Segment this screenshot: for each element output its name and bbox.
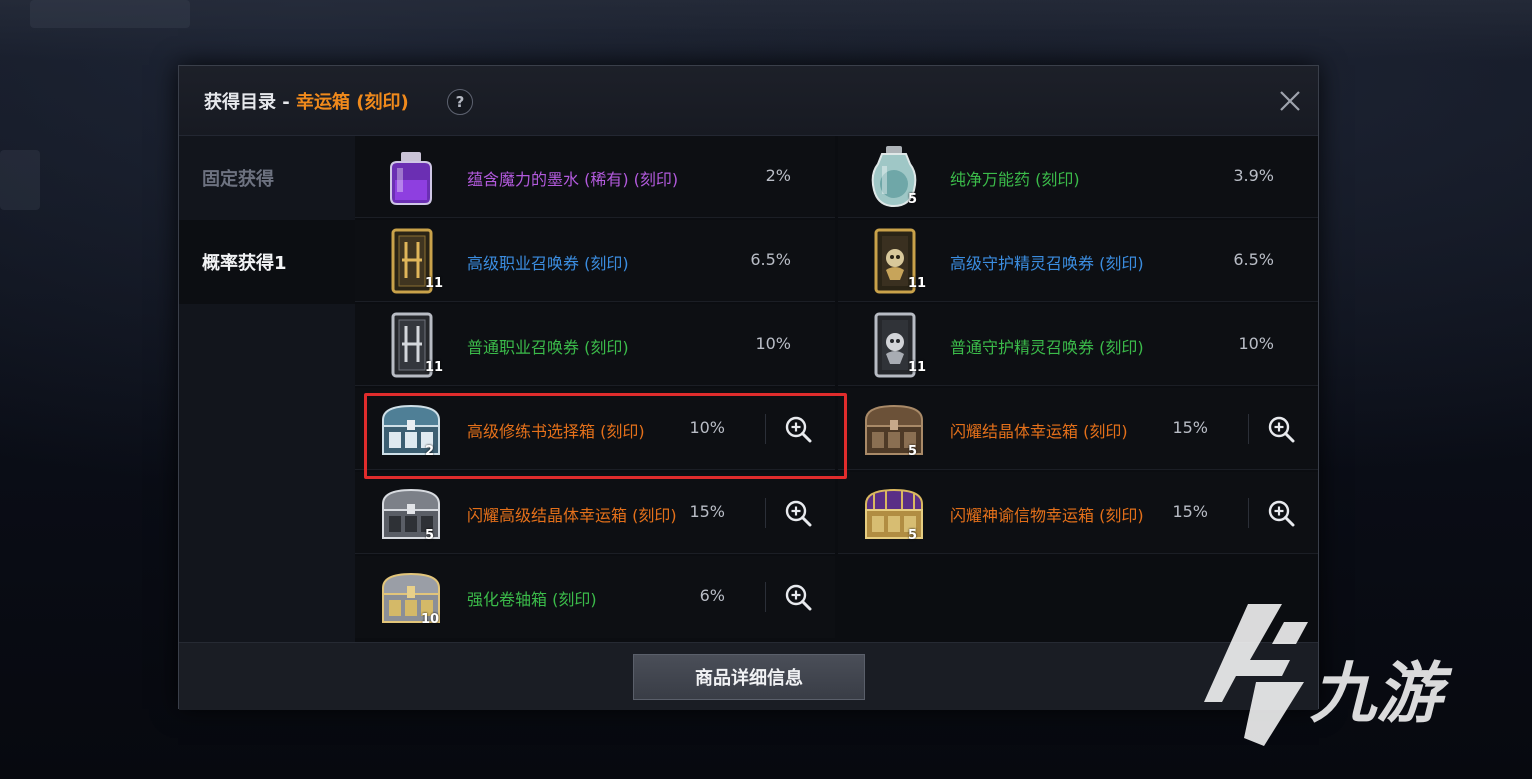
item-name: 强化卷轴箱 (刻印): [467, 590, 597, 609]
item-quantity: 5: [425, 528, 435, 543]
reward-item-grid: 蕴含魔力的墨水 (稀有) (刻印) 2% 5 纯净万能药 (刻印) 3.9% 1…: [355, 136, 1318, 642]
dialog-header: 获得目录 - 幸运箱 (刻印) ?: [179, 66, 1318, 136]
dialog-footer: 商品详细信息: [179, 642, 1318, 710]
potion-jar-icon: [871, 146, 917, 208]
item-probability: 15%: [1172, 418, 1208, 437]
product-detail-button[interactable]: 商品详细信息: [633, 654, 865, 700]
divider: [1248, 498, 1249, 528]
watermark-brand: 九游: [1310, 655, 1442, 732]
ink-bottle-icon: [390, 152, 432, 205]
item-name: 纯净万能药 (刻印): [950, 170, 1080, 189]
item-probability: 6.5%: [1233, 250, 1274, 269]
item-quantity: 10: [421, 612, 440, 627]
item-probability: 2%: [765, 166, 791, 185]
tab-label: 概率获得1: [202, 253, 287, 274]
reward-item[interactable]: 蕴含魔力的墨水 (稀有) (刻印) 2%: [355, 136, 835, 218]
item-quantity: 11: [908, 276, 927, 291]
item-name: 高级职业召唤券 (刻印): [467, 254, 629, 273]
item-probability: 15%: [1172, 502, 1208, 521]
reward-item[interactable]: 11 高级职业召唤券 (刻印) 6.5%: [355, 220, 835, 302]
close-icon[interactable]: [1277, 88, 1303, 114]
category-sidebar: 固定获得 概率获得1: [179, 136, 355, 642]
reward-item[interactable]: 11 普通守护精灵召唤券 (刻印) 10%: [838, 304, 1318, 386]
button-label: 商品详细信息: [695, 668, 803, 689]
reward-item[interactable]: 5 闪耀结晶体幸运箱 (刻印) 15%: [838, 388, 1318, 470]
reward-item[interactable]: 5 纯净万能药 (刻印) 3.9%: [838, 136, 1318, 218]
dialog-title: 获得目录 - 幸运箱 (刻印): [204, 88, 409, 114]
item-quantity: 5: [908, 444, 918, 459]
item-quantity: 11: [425, 276, 444, 291]
item-name: 闪耀结晶体幸运箱 (刻印): [950, 422, 1128, 441]
purple-chest-icon: [865, 488, 923, 539]
reward-item[interactable]: 5 闪耀神谕信物幸运箱 (刻印) 15%: [838, 472, 1318, 554]
reward-item[interactable]: 5 闪耀高级结晶体幸运箱 (刻印) 15%: [355, 472, 835, 554]
zoom-in-icon[interactable]: [784, 583, 812, 611]
item-quantity: 5: [908, 528, 918, 543]
reward-item[interactable]: 10 强化卷轴箱 (刻印) 6%: [355, 556, 835, 638]
divider: [765, 582, 766, 612]
acquisition-catalog-dialog: 获得目录 - 幸运箱 (刻印) ? 固定获得 概率获得1 蕴含魔力的墨水 (稀有…: [178, 65, 1319, 710]
item-name: 闪耀神谕信物幸运箱 (刻印): [950, 506, 1144, 525]
background-top-bar: [0, 0, 1532, 60]
zoom-in-icon[interactable]: [1267, 415, 1295, 443]
item-name: 普通职业召唤券 (刻印): [467, 338, 629, 357]
item-name: 闪耀高级结晶体幸运箱 (刻印): [467, 506, 677, 525]
item-probability: 6%: [699, 586, 725, 605]
zoom-in-icon[interactable]: [784, 499, 812, 527]
help-glyph: ?: [455, 93, 465, 111]
reward-item[interactable]: 11 普通职业召唤券 (刻印) 10%: [355, 304, 835, 386]
item-probability: 15%: [689, 502, 725, 521]
item-probability: 3.9%: [1233, 166, 1274, 185]
divider: [1248, 414, 1249, 444]
background-avatar: [30, 0, 190, 28]
help-icon[interactable]: ?: [447, 89, 473, 115]
item-quantity: 11: [908, 360, 927, 375]
zoom-in-icon[interactable]: [1267, 499, 1295, 527]
item-quantity: 5: [908, 192, 918, 207]
bronze-chest-icon: [865, 404, 923, 455]
item-quantity: 11: [425, 360, 444, 375]
item-name: 普通守护精灵召唤券 (刻印): [950, 338, 1144, 357]
item-probability: 10%: [755, 334, 791, 353]
tab-label: 固定获得: [202, 169, 274, 190]
item-name: 蕴含魔力的墨水 (稀有) (刻印): [467, 170, 679, 189]
item-probability: 10%: [1238, 334, 1274, 353]
highlight-annotation: [364, 393, 847, 479]
silver-chest-icon: [382, 488, 440, 539]
dialog-title-item: 幸运箱 (刻印): [296, 92, 409, 113]
dialog-title-prefix: 获得目录 -: [204, 92, 297, 113]
reward-item[interactable]: 11 高级守护精灵召唤券 (刻印) 6.5%: [838, 220, 1318, 302]
divider: [765, 498, 766, 528]
tab-fixed-acquisition[interactable]: 固定获得: [179, 136, 355, 220]
item-probability: 6.5%: [750, 250, 791, 269]
background-chip: [0, 150, 40, 210]
tab-probability-acquisition[interactable]: 概率获得1: [179, 220, 355, 304]
item-name: 高级守护精灵召唤券 (刻印): [950, 254, 1144, 273]
